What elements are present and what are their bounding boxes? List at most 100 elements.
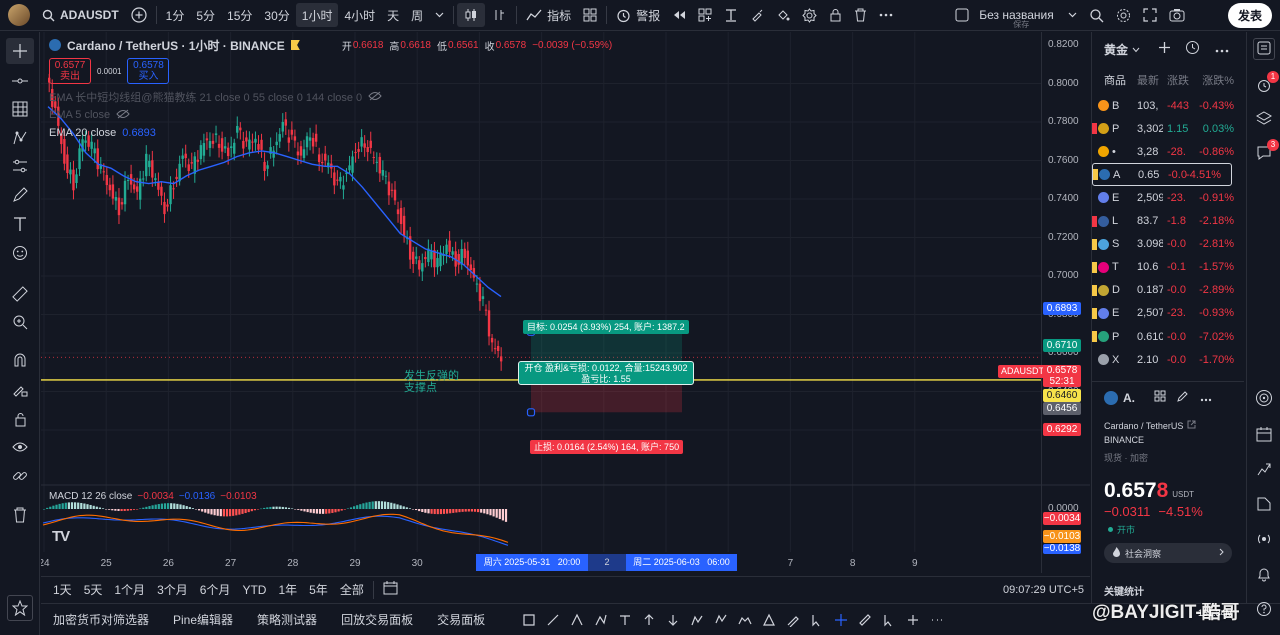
grid-tool[interactable]: [6, 96, 34, 122]
zoom-in-tool[interactable]: [6, 309, 34, 335]
templates-button[interactable]: [577, 0, 603, 31]
favorites-tool[interactable]: [7, 595, 33, 621]
range-1y[interactable]: 1年: [272, 581, 303, 598]
help-button[interactable]: [1253, 599, 1275, 621]
watchlist-row[interactable]: • 3,28 -28. -0.86%: [1092, 140, 1244, 163]
goto-date-button[interactable]: [377, 581, 404, 598]
triangle-icon[interactable]: [757, 608, 781, 632]
add-symbol-icon[interactable]: [1158, 41, 1171, 57]
target-label[interactable]: 目标: 0.0254 (3.93%) 254, 账户: 1387.2: [523, 320, 689, 334]
notifications-button[interactable]: [1253, 564, 1275, 586]
range-1d[interactable]: 1天: [41, 581, 78, 598]
indicator-ema20[interactable]: EMA 20 close 0.6893: [49, 124, 612, 142]
interval-15m[interactable]: 15分: [221, 0, 258, 31]
range-3m[interactable]: 3个月: [151, 581, 194, 598]
watchlist-row[interactable]: D 0.187 -0.0 -2.89%: [1092, 279, 1244, 302]
symbol-search[interactable]: ADAUSDT: [36, 0, 125, 31]
interval-dropdown-button[interactable]: [429, 0, 450, 31]
plus-icon[interactable]: [901, 608, 925, 632]
bars-chart-type-button[interactable]: [485, 0, 513, 31]
ruler-icon[interactable]: [853, 608, 877, 632]
screener-button[interactable]: [1253, 494, 1275, 516]
watchlist-row[interactable]: A 0.65 -0.0 -4.51%: [1092, 163, 1232, 187]
watchlist-button[interactable]: [1253, 38, 1275, 60]
trend-line-tool[interactable]: [6, 68, 34, 94]
tradingview-logo[interactable]: TV: [52, 528, 70, 545]
indicators-button[interactable]: 指标: [520, 0, 577, 31]
more-button[interactable]: [873, 0, 899, 31]
replay-button[interactable]: [666, 0, 692, 31]
text-icon[interactable]: [613, 608, 637, 632]
range-5y[interactable]: 5年: [303, 581, 334, 598]
brush-icon[interactable]: [781, 608, 805, 632]
watchlist-row[interactable]: S 3.098 -0.0 -2.81%: [1092, 233, 1244, 256]
xabcd-icon[interactable]: [709, 608, 733, 632]
watchlist-row[interactable]: X 2.10 -0.0 -1.70%: [1092, 348, 1244, 371]
delete-button[interactable]: [848, 0, 873, 31]
indicator-ema-group[interactable]: EMA 长中短均线组@熊猫教练 21 close 0 55 close 0 14…: [49, 88, 612, 106]
range-all[interactable]: 全部: [334, 581, 370, 598]
range-ytd[interactable]: YTD: [236, 583, 272, 597]
crosshair-icon[interactable]: [829, 608, 853, 632]
flag-icon[interactable]: [290, 40, 300, 50]
pattern-tool[interactable]: [6, 125, 34, 151]
watchlist-row[interactable]: P 3,302 1.15 0.03%: [1092, 117, 1244, 140]
ellipsis-icon[interactable]: [1215, 42, 1229, 56]
support-annotation[interactable]: 发生反弹的 支撑点: [404, 370, 459, 394]
alerts-button[interactable]: 1: [1253, 71, 1279, 97]
arrow-up-icon[interactable]: [637, 608, 661, 632]
tab-pine-editor[interactable]: Pine编辑器: [161, 611, 245, 628]
calendar-button[interactable]: [1253, 424, 1275, 446]
trend-line-icon[interactable]: [541, 608, 565, 632]
watchlist-row[interactable]: E 2,507 -23. -0.93%: [1092, 302, 1244, 325]
forecast-tool[interactable]: [6, 153, 34, 179]
fill-button[interactable]: [770, 0, 796, 31]
col-change[interactable]: 涨跌: [1167, 72, 1197, 88]
interval-4h[interactable]: 4小时: [338, 0, 381, 31]
ellipsis-icon[interactable]: [925, 608, 949, 632]
stream-button[interactable]: [1253, 529, 1275, 551]
arrow-down-icon[interactable]: [661, 608, 685, 632]
interval-1m[interactable]: 1分: [160, 0, 191, 31]
range-1m[interactable]: 1个月: [108, 581, 151, 598]
col-last[interactable]: 最新: [1137, 72, 1163, 88]
range-5d[interactable]: 5天: [78, 581, 109, 598]
fullscreen-button[interactable]: [1137, 0, 1163, 31]
text-tool[interactable]: [6, 211, 34, 237]
watchlist-row[interactable]: L 83.7 -1.8 -2.18%: [1092, 210, 1244, 233]
brush-tool[interactable]: [6, 182, 34, 208]
buy-button[interactable]: 0.6578 买入: [127, 58, 170, 84]
crosshair-tool[interactable]: [6, 38, 34, 64]
news-button[interactable]: 社会洞察: [1104, 543, 1232, 563]
user-avatar[interactable]: [8, 4, 30, 26]
tab-trading-panel[interactable]: 交易面板: [425, 611, 497, 628]
emoji-tool[interactable]: [6, 240, 34, 266]
macd-legend[interactable]: MACD 12 26 close −0.0034 −0.0136 −0.0103: [49, 491, 257, 502]
visibility-tool[interactable]: [6, 434, 34, 460]
settings-button[interactable]: [796, 0, 823, 31]
ellipsis-icon[interactable]: [1200, 391, 1212, 405]
ruler-tool[interactable]: [6, 281, 34, 307]
eye-off-icon[interactable]: [368, 91, 382, 104]
compare-symbol-button[interactable]: [125, 0, 153, 31]
watchlist-row[interactable]: T 10.6 -0.1 -1.57%: [1092, 256, 1244, 279]
interval-1d[interactable]: 天: [381, 0, 405, 31]
signals-button[interactable]: [1253, 388, 1275, 410]
indicator-ema5[interactable]: EMA 5 close: [49, 106, 612, 124]
legend-title[interactable]: Cardano / TetherUS · 1小时 · BINANCE: [67, 37, 285, 54]
cursor-icon[interactable]: [805, 608, 829, 632]
watchlist-row[interactable]: B 103, -443 -0.43%: [1092, 94, 1244, 117]
detail-exchange[interactable]: BINANCE: [1104, 435, 1144, 445]
chart-settings-button[interactable]: [1110, 0, 1137, 31]
pencil-icon[interactable]: [1177, 390, 1189, 405]
fib-icon[interactable]: [565, 608, 589, 632]
chevron-down-icon[interactable]: [1132, 42, 1140, 56]
open-position-label[interactable]: 开仓 盈利&亏损: 0.0122, 合量:15243.902 盈亏比: 1.55: [518, 361, 694, 385]
grid-icon[interactable]: [1154, 390, 1166, 405]
remove-drawings-tool[interactable]: [6, 502, 34, 528]
position-handle[interactable]: [526, 408, 536, 417]
magnet-tool[interactable]: [6, 347, 34, 373]
cursor-alt-icon[interactable]: [877, 608, 901, 632]
layout-select[interactable]: Без названия 保存: [949, 0, 1083, 31]
detail-name[interactable]: Cardano / TetherUS: [1104, 420, 1196, 431]
